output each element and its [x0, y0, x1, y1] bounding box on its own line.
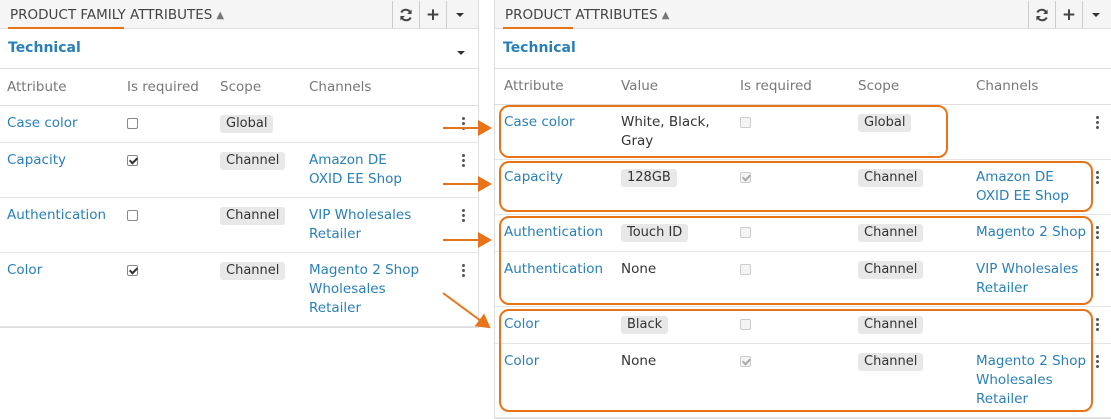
arrow-color: [442, 292, 491, 329]
mapping-arrows: [442, 120, 492, 329]
